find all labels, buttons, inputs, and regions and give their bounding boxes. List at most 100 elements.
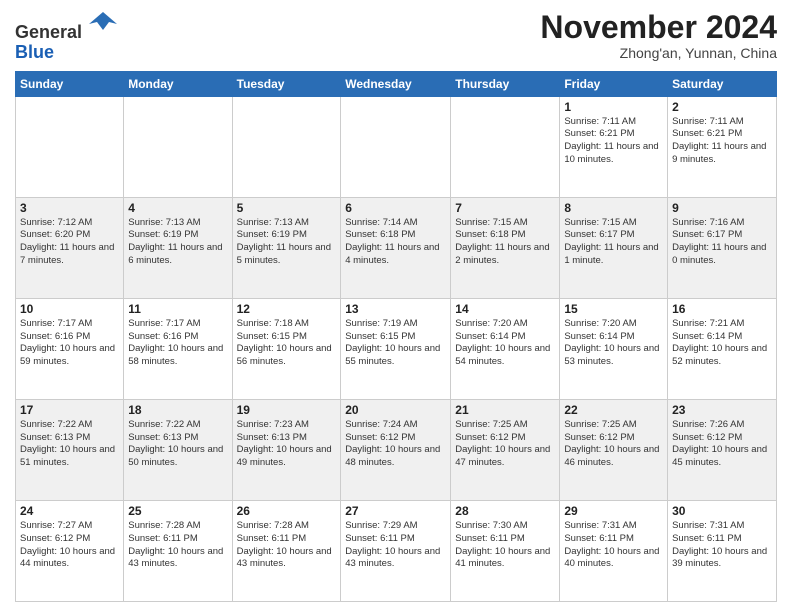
calendar-header-row: SundayMondayTuesdayWednesdayThursdayFrid…: [16, 71, 777, 96]
day-number: 18: [128, 403, 227, 417]
day-number: 30: [672, 504, 772, 518]
day-info: Sunrise: 7:26 AM Sunset: 6:12 PM Dayligh…: [672, 419, 772, 470]
calendar-cell: 22 Sunrise: 7:25 AM Sunset: 6:12 PM Dayli…: [560, 399, 668, 500]
day-info: Sunrise: 7:21 AM Sunset: 6:14 PM Dayligh…: [672, 318, 772, 369]
day-number: 19: [237, 403, 337, 417]
day-info: Sunrise: 7:17 AM Sunset: 6:16 PM Dayligh…: [20, 318, 119, 369]
day-number: 12: [237, 302, 337, 316]
day-info: Sunrise: 7:28 AM Sunset: 6:11 PM Dayligh…: [128, 520, 227, 571]
day-number: 6: [345, 201, 446, 215]
day-info: Sunrise: 7:29 AM Sunset: 6:11 PM Dayligh…: [345, 520, 446, 571]
day-number: 1: [564, 100, 663, 114]
weekday-header: Friday: [560, 71, 668, 96]
day-info: Sunrise: 7:31 AM Sunset: 6:11 PM Dayligh…: [672, 520, 772, 571]
calendar-week-row: 3 Sunrise: 7:12 AM Sunset: 6:20 PM Daylig…: [16, 197, 777, 298]
day-info: Sunrise: 7:22 AM Sunset: 6:13 PM Dayligh…: [128, 419, 227, 470]
calendar-cell: 21Sunrise: 7:25 AM Sunset: 6:12 PM Dayli…: [451, 399, 560, 500]
day-info: Sunrise: 7:24 AM Sunset: 6:12 PM Dayligh…: [345, 419, 446, 470]
day-number: 28: [455, 504, 555, 518]
day-info: Sunrise: 7:13 AM Sunset: 6:19 PM Dayligh…: [128, 217, 227, 268]
day-info: Sunrise: 7:27 AM Sunset: 6:12 PM Dayligh…: [20, 520, 119, 571]
calendar-cell: 2 Sunrise: 7:11 AM Sunset: 6:21 PM Daylig…: [668, 96, 777, 197]
day-info: Sunrise: 7:12 AM Sunset: 6:20 PM Dayligh…: [20, 217, 119, 268]
calendar-cell: 25 Sunrise: 7:28 AM Sunset: 6:11 PM Dayli…: [124, 500, 232, 601]
calendar-week-row: 10 Sunrise: 7:17 AM Sunset: 6:16 PM Dayli…: [16, 298, 777, 399]
day-info: Sunrise: 7:25 AM Sunset: 6:12 PM Dayligh…: [455, 419, 555, 470]
day-info: Sunrise: 7:30 AM Sunset: 6:11 PM Dayligh…: [455, 520, 555, 571]
calendar-cell: 29Sunrise: 7:31 AM Sunset: 6:11 PM Dayli…: [560, 500, 668, 601]
day-info: Sunrise: 7:11 AM Sunset: 6:21 PM Dayligh…: [672, 116, 772, 167]
calendar-cell: 18 Sunrise: 7:22 AM Sunset: 6:13 PM Dayli…: [124, 399, 232, 500]
day-info: Sunrise: 7:15 AM Sunset: 6:18 PM Dayligh…: [455, 217, 555, 268]
day-number: 24: [20, 504, 119, 518]
logo-blue: Blue: [15, 42, 54, 62]
day-info: Sunrise: 7:23 AM Sunset: 6:13 PM Dayligh…: [237, 419, 337, 470]
calendar-cell: [16, 96, 124, 197]
calendar-cell: 28 Sunrise: 7:30 AM Sunset: 6:11 PM Dayli…: [451, 500, 560, 601]
calendar-week-row: 17 Sunrise: 7:22 AM Sunset: 6:13 PM Dayli…: [16, 399, 777, 500]
calendar-cell: 5 Sunrise: 7:13 AM Sunset: 6:19 PM Daylig…: [232, 197, 341, 298]
weekday-header: Wednesday: [341, 71, 451, 96]
day-info: Sunrise: 7:20 AM Sunset: 6:14 PM Dayligh…: [564, 318, 663, 369]
calendar-cell: 27 Sunrise: 7:29 AM Sunset: 6:11 PM Dayli…: [341, 500, 451, 601]
day-number: 27: [345, 504, 446, 518]
day-number: 22: [564, 403, 663, 417]
day-info: Sunrise: 7:14 AM Sunset: 6:18 PM Dayligh…: [345, 217, 446, 268]
calendar-cell: 12Sunrise: 7:18 AM Sunset: 6:15 PM Dayli…: [232, 298, 341, 399]
day-number: 10: [20, 302, 119, 316]
calendar-cell: 13 Sunrise: 7:19 AM Sunset: 6:15 PM Dayli…: [341, 298, 451, 399]
day-number: 3: [20, 201, 119, 215]
calendar-cell: 1 Sunrise: 7:11 AM Sunset: 6:21 PM Daylig…: [560, 96, 668, 197]
logo-general: General: [15, 22, 82, 42]
calendar-cell: 11 Sunrise: 7:17 AM Sunset: 6:16 PM Dayli…: [124, 298, 232, 399]
calendar-cell: 19 Sunrise: 7:23 AM Sunset: 6:13 PM Dayli…: [232, 399, 341, 500]
day-number: 15: [564, 302, 663, 316]
day-number: 8: [564, 201, 663, 215]
calendar-table: SundayMondayTuesdayWednesdayThursdayFrid…: [15, 71, 777, 602]
day-number: 25: [128, 504, 227, 518]
header: General Blue November 2024 Zhong'an, Yun…: [15, 10, 777, 63]
day-info: Sunrise: 7:11 AM Sunset: 6:21 PM Dayligh…: [564, 116, 663, 167]
calendar-week-row: 1 Sunrise: 7:11 AM Sunset: 6:21 PM Daylig…: [16, 96, 777, 197]
calendar-cell: 24 Sunrise: 7:27 AM Sunset: 6:12 PM Dayli…: [16, 500, 124, 601]
calendar-cell: 23 Sunrise: 7:26 AM Sunset: 6:12 PM Dayli…: [668, 399, 777, 500]
location-subtitle: Zhong'an, Yunnan, China: [540, 45, 777, 61]
calendar-cell: 20 Sunrise: 7:24 AM Sunset: 6:12 PM Dayli…: [341, 399, 451, 500]
logo-bird-icon: [89, 10, 117, 38]
day-info: Sunrise: 7:31 AM Sunset: 6:11 PM Dayligh…: [564, 520, 663, 571]
calendar-cell: 16 Sunrise: 7:21 AM Sunset: 6:14 PM Dayli…: [668, 298, 777, 399]
title-block: November 2024 Zhong'an, Yunnan, China: [540, 10, 777, 61]
day-number: 23: [672, 403, 772, 417]
calendar-cell: 30 Sunrise: 7:31 AM Sunset: 6:11 PM Dayli…: [668, 500, 777, 601]
calendar-cell: [232, 96, 341, 197]
day-info: Sunrise: 7:25 AM Sunset: 6:12 PM Dayligh…: [564, 419, 663, 470]
day-number: 16: [672, 302, 772, 316]
day-number: 5: [237, 201, 337, 215]
day-info: Sunrise: 7:19 AM Sunset: 6:15 PM Dayligh…: [345, 318, 446, 369]
logo: General Blue: [15, 14, 117, 63]
calendar-cell: 3 Sunrise: 7:12 AM Sunset: 6:20 PM Daylig…: [16, 197, 124, 298]
calendar-week-row: 24 Sunrise: 7:27 AM Sunset: 6:12 PM Dayli…: [16, 500, 777, 601]
day-info: Sunrise: 7:17 AM Sunset: 6:16 PM Dayligh…: [128, 318, 227, 369]
calendar-cell: [341, 96, 451, 197]
day-info: Sunrise: 7:13 AM Sunset: 6:19 PM Dayligh…: [237, 217, 337, 268]
day-number: 26: [237, 504, 337, 518]
calendar-cell: 26Sunrise: 7:28 AM Sunset: 6:11 PM Dayli…: [232, 500, 341, 601]
day-number: 11: [128, 302, 227, 316]
day-number: 20: [345, 403, 446, 417]
calendar-cell: 8 Sunrise: 7:15 AM Sunset: 6:17 PM Daylig…: [560, 197, 668, 298]
day-number: 13: [345, 302, 446, 316]
calendar-cell: 9Sunrise: 7:16 AM Sunset: 6:17 PM Daylig…: [668, 197, 777, 298]
day-number: 17: [20, 403, 119, 417]
calendar-cell: [124, 96, 232, 197]
weekday-header: Thursday: [451, 71, 560, 96]
day-number: 4: [128, 201, 227, 215]
weekday-header: Sunday: [16, 71, 124, 96]
calendar-cell: 10 Sunrise: 7:17 AM Sunset: 6:16 PM Dayli…: [16, 298, 124, 399]
page: General Blue November 2024 Zhong'an, Yun…: [0, 0, 792, 612]
calendar-cell: [451, 96, 560, 197]
day-info: Sunrise: 7:15 AM Sunset: 6:17 PM Dayligh…: [564, 217, 663, 268]
day-number: 2: [672, 100, 772, 114]
weekday-header: Tuesday: [232, 71, 341, 96]
day-info: Sunrise: 7:16 AM Sunset: 6:17 PM Dayligh…: [672, 217, 772, 268]
